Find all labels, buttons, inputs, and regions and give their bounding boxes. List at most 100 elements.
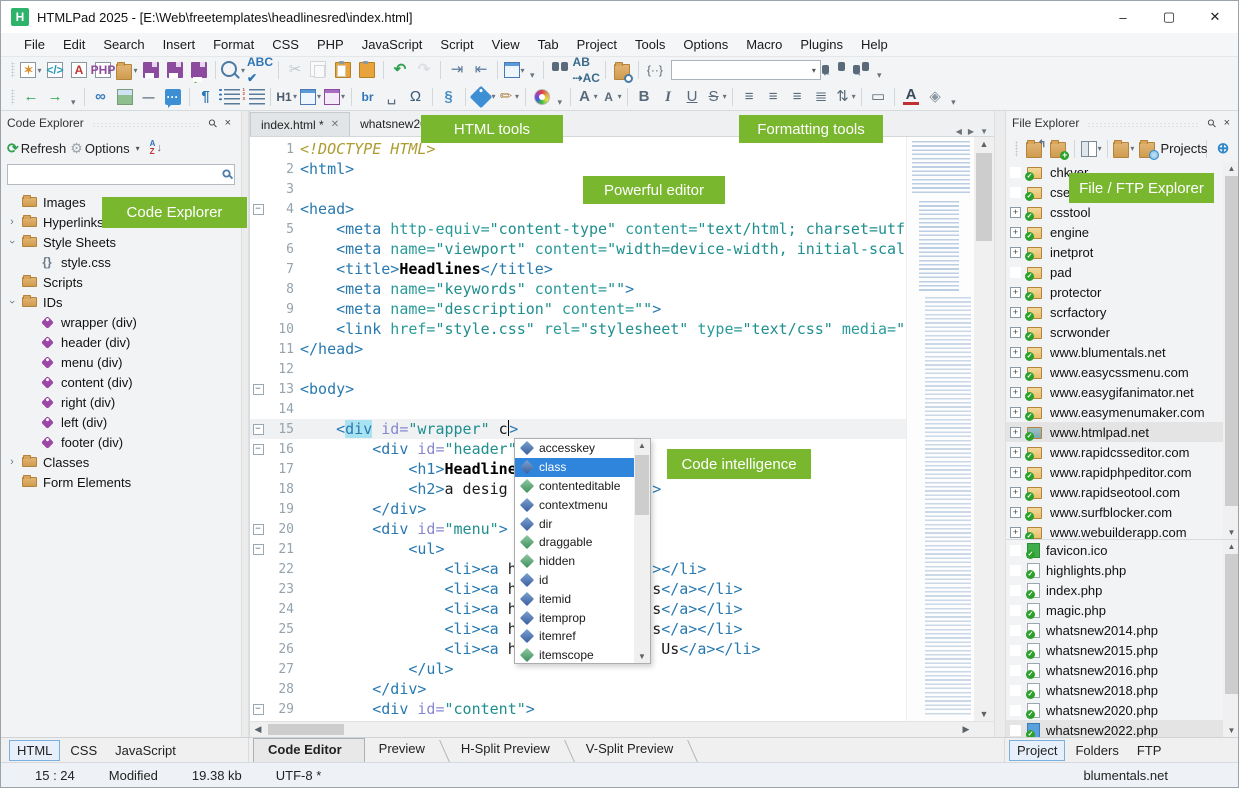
scrollbar-thumb[interactable] bbox=[635, 455, 649, 515]
tab-css[interactable]: CSS bbox=[62, 740, 105, 761]
code-line-9[interactable]: 9 <meta name="description" content=""> bbox=[250, 299, 906, 319]
paste-icon[interactable] bbox=[332, 59, 354, 81]
menu-edit[interactable]: Edit bbox=[54, 33, 94, 57]
back-icon[interactable]: ← bbox=[20, 86, 42, 108]
autocomplete-item-accesskey[interactable]: accesskey bbox=[515, 439, 634, 458]
horizontal-rule-icon[interactable]: — bbox=[138, 86, 160, 108]
dropdown-arrow-icon[interactable]: ▾ bbox=[521, 66, 525, 75]
bold-icon[interactable]: B bbox=[633, 86, 655, 108]
tab-index-html-[interactable]: index.html *✕ bbox=[250, 112, 350, 136]
pin-icon[interactable]: ⚲ bbox=[1201, 113, 1222, 134]
autocomplete-item-itemscope[interactable]: itemscope bbox=[515, 646, 634, 663]
quick-search-icon[interactable]: ▾ bbox=[221, 59, 245, 81]
menu-help[interactable]: Help bbox=[852, 33, 897, 57]
outdent-icon[interactable]: ⇤ bbox=[470, 59, 492, 81]
find-in-files-icon[interactable] bbox=[611, 59, 633, 81]
scroll-down-icon[interactable]: ▼ bbox=[1223, 528, 1239, 537]
code-line-15[interactable]: −15 <div id="wrapper" c> bbox=[250, 419, 906, 439]
folder-protector[interactable]: +✓protector bbox=[1006, 282, 1239, 302]
autocomplete-item-itemid[interactable]: itemid bbox=[515, 589, 634, 608]
autocomplete-item-contextmenu[interactable]: contextmenu bbox=[515, 495, 634, 514]
strikethrough-icon[interactable]: S▾ bbox=[705, 86, 727, 108]
toolbar-grip[interactable] bbox=[11, 89, 15, 105]
sort-icon[interactable]: AZ bbox=[150, 140, 156, 156]
menu-macro[interactable]: Macro bbox=[737, 33, 791, 57]
tab-code-editor[interactable]: Code Editor bbox=[253, 738, 365, 762]
folder-www-blumentals-net[interactable]: +✓www.blumentals.net bbox=[1006, 342, 1239, 362]
toolbar-overflow-icon[interactable]: ▾ bbox=[947, 97, 960, 108]
files-scrollbar[interactable]: ▲ ▼ bbox=[1223, 540, 1239, 737]
nbsp-icon[interactable]: ␣ bbox=[381, 86, 403, 108]
menu-plugins[interactable]: Plugins bbox=[791, 33, 852, 57]
panel-layout-icon[interactable]: ▾ bbox=[503, 59, 525, 81]
find-next-icon[interactable] bbox=[850, 59, 872, 81]
find-icon[interactable] bbox=[549, 59, 571, 81]
expand-plus-icon[interactable]: + bbox=[1010, 467, 1021, 478]
combo-dropdown-icon[interactable]: ▾ bbox=[812, 66, 820, 75]
dropdown-arrow-icon[interactable]: ▾ bbox=[317, 92, 321, 101]
new-document-icon[interactable]: ✶▾ bbox=[20, 59, 42, 81]
tab-h-split-preview[interactable]: H-Split Preview bbox=[447, 738, 572, 762]
tree-item-content-div-[interactable]: content (div) bbox=[1, 372, 241, 392]
line-break-icon[interactable]: br bbox=[357, 86, 379, 108]
hyperlink-icon[interactable]: ∞ bbox=[90, 86, 112, 108]
view-mode-icon[interactable]: ▾ bbox=[1080, 138, 1102, 160]
italic-icon[interactable]: I bbox=[657, 86, 679, 108]
file-magic-php[interactable]: ✓magic.php bbox=[1006, 600, 1239, 620]
file-index-php[interactable]: ✓index.php bbox=[1006, 580, 1239, 600]
file-whatsnew2014-php[interactable]: ✓whatsnew2014.php bbox=[1006, 620, 1239, 640]
paragraph-icon[interactable]: ¶ bbox=[195, 86, 217, 108]
tab-javascript[interactable]: JavaScript bbox=[107, 740, 184, 761]
cut-icon[interactable]: ✂ bbox=[284, 59, 306, 81]
toolbar-grip[interactable] bbox=[1015, 141, 1018, 157]
tree-item-ids[interactable]: ›IDs bbox=[1, 292, 241, 312]
scroll-up-icon[interactable]: ▲ bbox=[634, 441, 650, 450]
code-line-10[interactable]: 10 <link href="style.css" rel="styleshee… bbox=[250, 319, 906, 339]
scrollbar-thumb[interactable] bbox=[976, 153, 992, 241]
forward-icon[interactable]: → bbox=[44, 86, 66, 108]
expand-plus-icon[interactable]: + bbox=[1010, 227, 1021, 238]
menu-php[interactable]: PHP bbox=[308, 33, 353, 57]
tree-item-style-sheets[interactable]: ›Style Sheets bbox=[1, 232, 241, 252]
options-label[interactable]: Options bbox=[85, 141, 130, 156]
dropdown-arrow-icon[interactable]: ▾ bbox=[618, 92, 622, 101]
folder-www-rapidcsseditor-com[interactable]: +✓www.rapidcsseditor.com bbox=[1006, 442, 1239, 462]
find-previous-icon[interactable] bbox=[826, 59, 848, 81]
expand-plus-icon[interactable]: + bbox=[1010, 427, 1021, 438]
increase-font-icon[interactable]: A▾ bbox=[576, 86, 598, 108]
code-line-6[interactable]: 6 <meta name="viewport" content="width=d… bbox=[250, 239, 906, 259]
toolbar-overflow-icon[interactable]: ▾ bbox=[554, 97, 567, 108]
fold-marker[interactable]: − bbox=[250, 384, 266, 395]
expand-plus-icon[interactable]: + bbox=[1010, 307, 1021, 318]
dropdown-arrow-icon[interactable]: ▾ bbox=[1130, 144, 1134, 153]
fold-marker[interactable]: − bbox=[250, 204, 266, 215]
maximize-button[interactable]: ▢ bbox=[1146, 1, 1192, 33]
script-icon[interactable]: § bbox=[438, 86, 460, 108]
menu-insert[interactable]: Insert bbox=[154, 33, 205, 57]
tab-project[interactable]: Project bbox=[1009, 740, 1065, 761]
editor-vertical-scrollbar[interactable]: ▲ ▼ bbox=[974, 137, 994, 721]
scroll-right-icon[interactable]: ▶ bbox=[958, 722, 974, 737]
code-line-2[interactable]: 2<html> bbox=[250, 159, 906, 179]
line-spacing-icon[interactable]: ⇅▾ bbox=[834, 86, 856, 108]
code-line-13[interactable]: −13<body> bbox=[250, 379, 906, 399]
folders-icon[interactable]: ▾ bbox=[1113, 138, 1135, 160]
form-icon[interactable]: ▾ bbox=[324, 86, 346, 108]
tree-item-right-div-[interactable]: right (div) bbox=[1, 392, 241, 412]
menu-view[interactable]: View bbox=[483, 33, 529, 57]
close-button[interactable]: ✕ bbox=[1192, 1, 1238, 33]
projects-icon[interactable]: Projects bbox=[1146, 138, 1201, 160]
dropdown-arrow-icon[interactable]: ▾ bbox=[1098, 144, 1102, 153]
tab-preview[interactable]: Preview bbox=[365, 738, 447, 762]
autocomplete-item-dir[interactable]: dir bbox=[515, 514, 634, 533]
options-dropdown-icon[interactable]: ▾ bbox=[136, 144, 140, 153]
autocomplete-item-contenteditable[interactable]: contenteditable bbox=[515, 477, 634, 496]
autocomplete-item-itemprop[interactable]: itemprop bbox=[515, 608, 634, 627]
right-splitter[interactable] bbox=[994, 111, 1006, 737]
scroll-left-icon[interactable]: ◀ bbox=[250, 722, 266, 737]
decrease-font-icon[interactable]: A▾ bbox=[600, 86, 622, 108]
fill-color-icon[interactable]: ◈ bbox=[924, 86, 946, 108]
find-combobox[interactable]: ▾ bbox=[671, 60, 821, 80]
clipboard-icon[interactable] bbox=[356, 59, 378, 81]
dropdown-arrow-icon[interactable]: ▾ bbox=[341, 92, 345, 101]
